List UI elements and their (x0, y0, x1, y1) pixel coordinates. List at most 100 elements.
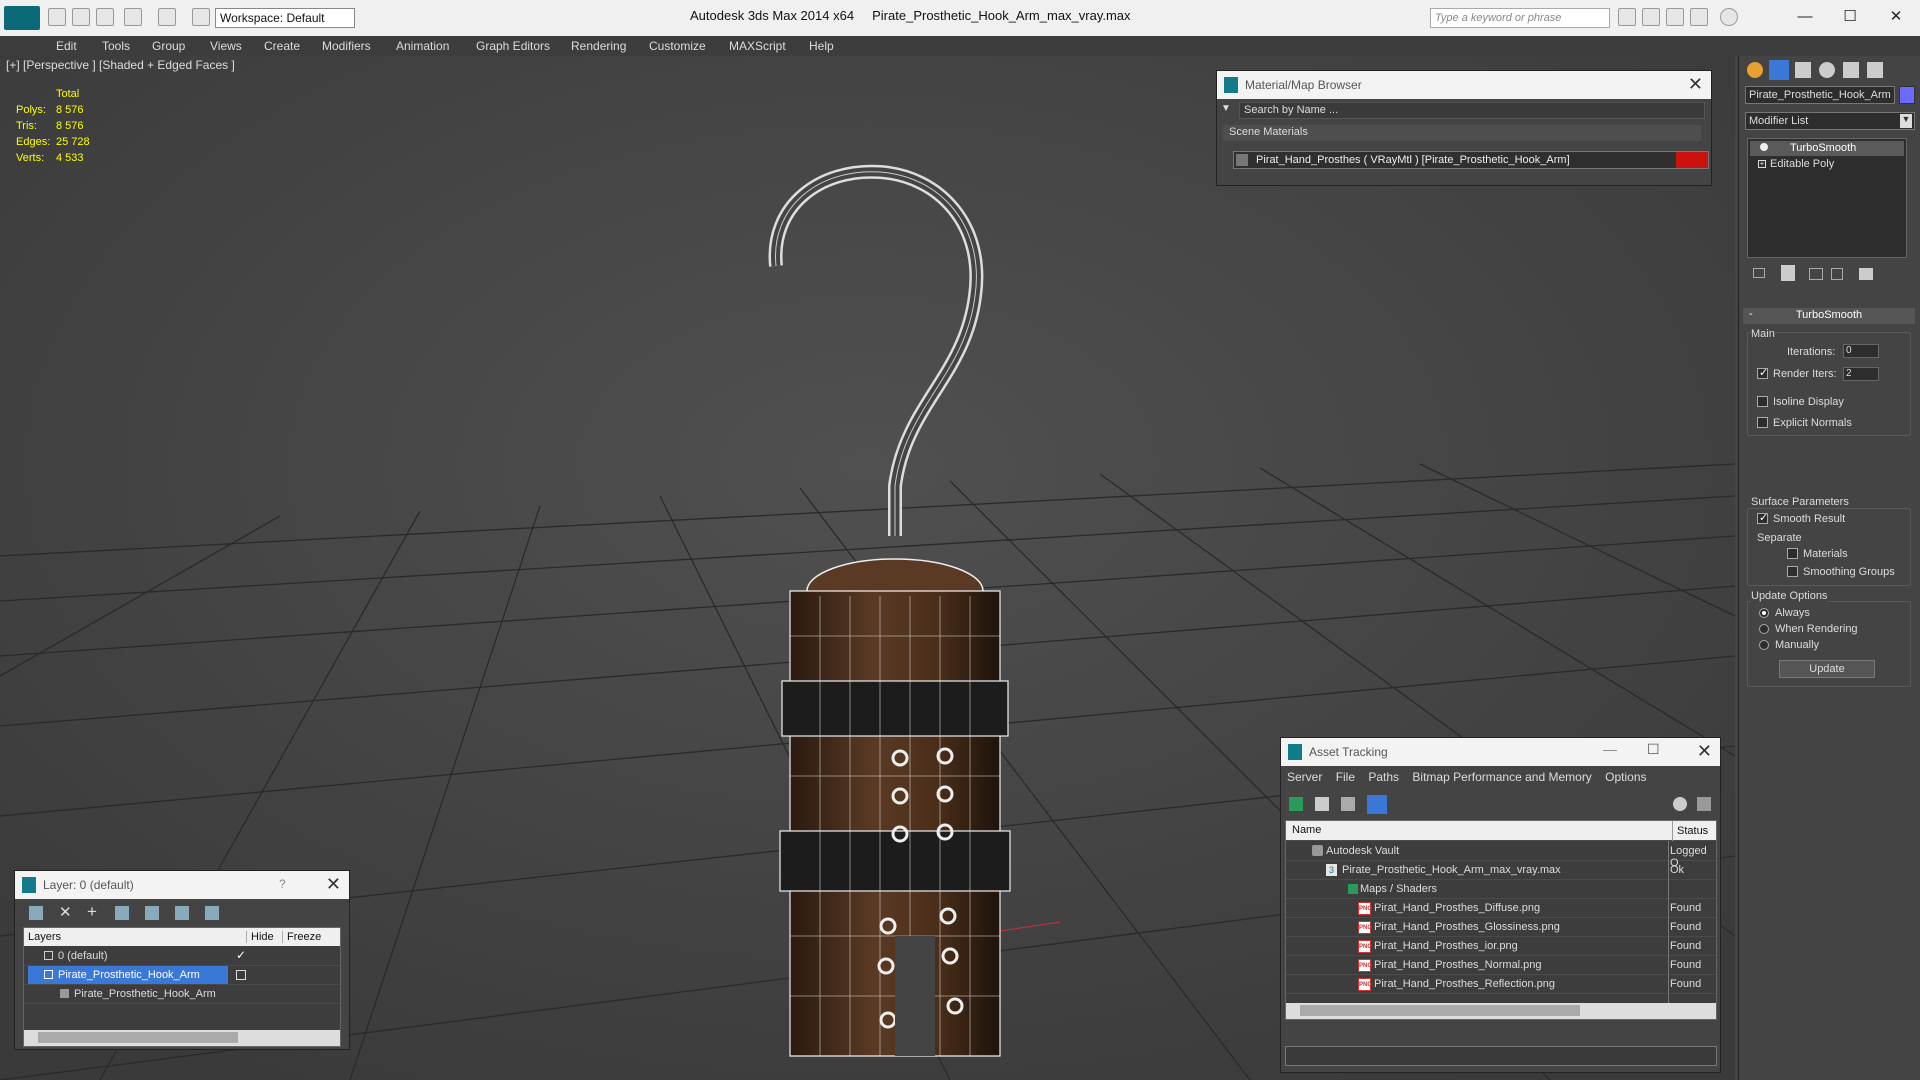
minimize-icon[interactable]: — (1785, 4, 1825, 30)
freeze-all-icon[interactable] (205, 906, 219, 920)
col-freeze[interactable]: Freeze (282, 931, 321, 943)
modify-tab-icon[interactable] (1769, 60, 1789, 80)
menu-tools[interactable]: Tools (102, 39, 130, 53)
lightbulb-icon[interactable] (1760, 143, 1768, 151)
select-objects-icon[interactable] (115, 906, 129, 920)
object-color-swatch[interactable] (1899, 86, 1915, 104)
update-manually-radio[interactable] (1759, 640, 1769, 650)
smooth-result-checkbox[interactable] (1757, 511, 1768, 524)
update-always-radio[interactable] (1759, 608, 1769, 618)
modifier-list-dropdown[interactable]: Modifier List ▼ (1745, 112, 1915, 130)
col-name[interactable]: Name (1292, 824, 1321, 836)
create-layer-icon[interactable] (29, 906, 43, 920)
filter-icon[interactable]: ▼ (1221, 103, 1231, 114)
layer-row[interactable]: Pirate_Prosthetic_Hook_Arm (24, 966, 340, 985)
display-tab-icon[interactable] (1843, 62, 1859, 78)
add-to-layer-icon[interactable]: + (87, 902, 97, 922)
stack-item-editable-poly[interactable]: Editable Poly + (1750, 157, 1904, 172)
turbosmooth-rollout-header[interactable]: - TurboSmooth (1743, 308, 1915, 324)
asset-menu-file[interactable]: File (1336, 770, 1355, 784)
object-name-field[interactable]: Pirate_Prosthetic_Hook_Arm (1745, 86, 1895, 104)
menu-edit[interactable]: Edit (56, 39, 77, 53)
table-row[interactable]: 3 Pirate_Prosthetic_Hook_Arm_max_vray.ma… (1286, 861, 1716, 880)
update-button[interactable]: Update (1779, 660, 1875, 678)
app-logo-icon[interactable] (4, 6, 40, 30)
workspace-dropdown[interactable]: Workspace: Default (215, 8, 355, 28)
delete-layer-icon[interactable]: ✕ (59, 903, 72, 921)
update-when-rendering-radio[interactable] (1759, 624, 1769, 634)
menu-animation[interactable]: Animation (396, 39, 449, 53)
new-file-icon[interactable] (48, 8, 66, 26)
hierarchy-tab-icon[interactable] (1795, 62, 1811, 78)
explicit-normals-checkbox[interactable] (1757, 417, 1768, 428)
close-icon[interactable]: ✕ (1697, 741, 1712, 762)
menu-group[interactable]: Group (152, 39, 185, 53)
table-row[interactable]: PNG Pirat_Hand_Prosthes_Normal.png Found (1286, 956, 1716, 975)
menu-create[interactable]: Create (264, 39, 300, 53)
layer-row[interactable]: 0 (default) ✓ (24, 947, 340, 966)
menu-views[interactable]: Views (210, 39, 242, 53)
pin-stack-icon[interactable] (1753, 268, 1765, 278)
project-folder-icon[interactable] (192, 8, 210, 26)
iterations-spinner[interactable]: 0 (1843, 344, 1879, 358)
separate-materials-checkbox[interactable] (1787, 548, 1798, 559)
list-view-icon[interactable] (1315, 797, 1329, 811)
asset-menu-bitmap[interactable]: Bitmap Performance and Memory (1412, 770, 1591, 784)
asset-path-field[interactable] (1285, 1046, 1717, 1066)
current-layer-box[interactable] (236, 970, 246, 980)
undo-icon[interactable] (124, 8, 142, 26)
open-file-icon[interactable] (72, 8, 90, 26)
material-search-input[interactable]: Search by Name ... (1239, 102, 1705, 119)
material-item[interactable]: Pirat_Hand_Prosthes ( VRayMtl ) [Pirate_… (1233, 151, 1709, 169)
table-row[interactable]: PNG Pirat_Hand_Prosthes_Glossiness.png F… (1286, 918, 1716, 937)
col-layers[interactable]: Layers (28, 931, 61, 943)
viewport-label[interactable]: [+] [Perspective ] [Shaded + Edged Faces… (6, 58, 235, 72)
menu-rendering[interactable]: Rendering (571, 39, 626, 53)
configure-sets-icon[interactable] (1859, 268, 1873, 280)
menu-maxscript[interactable]: MAXScript (729, 39, 786, 53)
hide-all-icon[interactable] (175, 906, 189, 920)
make-unique-icon[interactable] (1809, 268, 1823, 280)
thumbnail-view-icon[interactable] (1341, 797, 1355, 811)
settings-icon[interactable] (1697, 797, 1711, 811)
scene-materials-section[interactable]: Scene Materials (1223, 125, 1701, 141)
render-iters-checkbox[interactable] (1757, 366, 1768, 379)
asset-menu-paths[interactable]: Paths (1368, 770, 1399, 784)
isoline-display-checkbox[interactable] (1757, 396, 1768, 407)
close-icon[interactable]: ✕ (1688, 74, 1703, 95)
binoculars-icon[interactable] (1618, 8, 1636, 26)
save-file-icon[interactable] (96, 8, 114, 26)
help-icon[interactable] (1673, 797, 1687, 811)
menu-customize[interactable]: Customize (649, 39, 706, 53)
show-end-result-icon[interactable] (1781, 265, 1795, 281)
horizontal-scrollbar[interactable] (1286, 1003, 1716, 1019)
layer-row[interactable]: Pirate_Prosthetic_Hook_Arm (24, 985, 340, 1004)
table-view-icon[interactable] (1367, 795, 1387, 814)
exchange-apps-icon[interactable] (1666, 8, 1684, 26)
asset-menu-options[interactable]: Options (1605, 770, 1646, 784)
asset-menu-server[interactable]: Server (1287, 770, 1322, 784)
maximize-icon[interactable]: ☐ (1647, 741, 1660, 758)
highlight-layer-icon[interactable] (145, 906, 159, 920)
redo-icon[interactable] (158, 8, 176, 26)
close-icon[interactable]: ✕ (326, 874, 341, 895)
table-row[interactable]: Autodesk Vault Logged O (1286, 842, 1716, 869)
col-hide[interactable]: Hide (246, 931, 274, 943)
table-row[interactable]: PNG Pirat_Hand_Prosthes_ior.png Found (1286, 937, 1716, 956)
menu-help[interactable]: Help (809, 39, 834, 53)
table-row[interactable]: PNG Pirat_Hand_Prosthes_Diffuse.png Foun… (1286, 899, 1716, 918)
create-tab-icon[interactable] (1747, 62, 1763, 78)
maximize-icon[interactable]: ☐ (1830, 4, 1870, 30)
search-input[interactable]: Type a keyword or phrase (1430, 8, 1610, 28)
remove-modifier-icon[interactable] (1831, 268, 1843, 280)
close-icon[interactable]: ✕ (1876, 4, 1916, 30)
horizontal-scrollbar[interactable] (24, 1030, 340, 1046)
menu-graph-editors[interactable]: Graph Editors (476, 39, 550, 53)
star-icon[interactable] (1690, 8, 1708, 26)
communication-center-icon[interactable] (1642, 8, 1660, 26)
render-iters-spinner[interactable]: 2 (1843, 367, 1879, 381)
help-icon[interactable]: ? (279, 877, 286, 891)
stack-item-turbosmooth[interactable]: TurboSmooth (1750, 141, 1904, 156)
col-status[interactable]: Status (1672, 821, 1708, 841)
table-row[interactable]: PNG Pirat_Hand_Prosthes_Reflection.png F… (1286, 975, 1716, 994)
